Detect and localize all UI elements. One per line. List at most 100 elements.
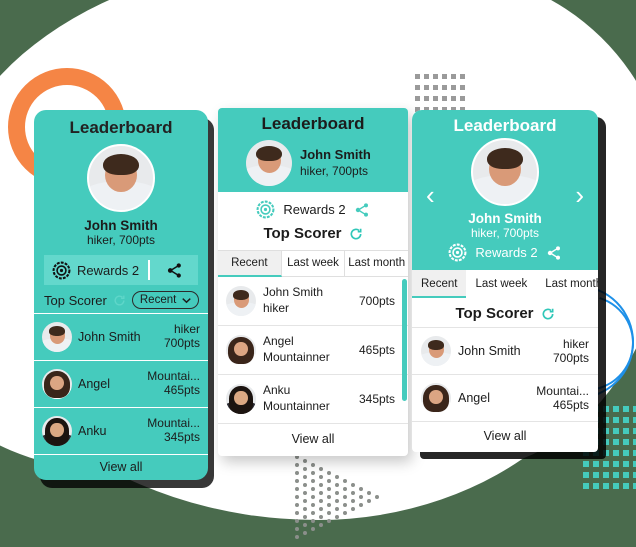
dot	[327, 487, 331, 491]
tab-last-month[interactable]: Last month	[536, 270, 598, 298]
dot	[359, 503, 363, 507]
dot	[613, 439, 619, 445]
refresh-icon[interactable]	[349, 227, 363, 241]
dot	[603, 483, 609, 489]
list-scrollbar[interactable]	[402, 279, 407, 401]
dot	[359, 495, 363, 499]
avatar-wrapper	[412, 138, 598, 206]
dot	[311, 527, 315, 531]
refresh-icon[interactable]	[541, 307, 555, 321]
card-header: Leaderboard ‹ › John Smith hiker, 700pts	[412, 110, 598, 270]
chevron-right-icon[interactable]: ›	[575, 182, 584, 208]
top-scorer-label: Top Scorer	[455, 305, 534, 322]
dot	[613, 472, 619, 478]
avatar	[471, 138, 539, 206]
dot	[311, 503, 315, 507]
list-item[interactable]: Angel Mountainner 465pts	[218, 326, 408, 375]
dot	[613, 417, 619, 423]
dot	[327, 503, 331, 507]
dot	[603, 417, 609, 423]
user-name: John Smith	[84, 218, 158, 233]
dot	[623, 417, 629, 423]
share-icon[interactable]	[354, 202, 370, 218]
dot	[583, 483, 589, 489]
list-item-meta: hiker 700pts	[164, 322, 200, 351]
dot	[311, 471, 315, 475]
chevron-left-icon[interactable]: ‹	[426, 182, 435, 208]
dot	[603, 428, 609, 434]
chevron-down-icon	[182, 297, 192, 304]
dot	[424, 74, 429, 79]
rewards-row: Rewards 2	[412, 243, 598, 262]
badge-gear-icon	[52, 261, 71, 280]
tab-recent[interactable]: Recent	[412, 270, 467, 298]
dot	[311, 511, 315, 515]
dot	[433, 74, 438, 79]
list-item[interactable]: Anku Mountainner 345pts	[218, 375, 408, 424]
dot	[442, 85, 447, 90]
dot	[319, 467, 323, 471]
tab-bar: Recent Last week Last month	[412, 270, 598, 298]
rewards-bar: Rewards 2	[44, 255, 198, 285]
tab-last-month[interactable]: Last month	[345, 251, 408, 277]
list-item[interactable]: Angel Mountai... 465pts	[412, 374, 598, 421]
view-all-link[interactable]: View all	[218, 424, 408, 456]
dot	[343, 511, 347, 515]
dot	[351, 491, 355, 495]
dot	[359, 487, 363, 491]
list-item-meta: hiker 700pts	[553, 337, 589, 366]
share-button[interactable]	[150, 262, 198, 279]
list-item-text: Angel Mountainner	[263, 334, 330, 365]
dot	[335, 483, 339, 487]
dot	[460, 74, 465, 79]
dot	[442, 96, 447, 101]
list-item[interactable]: Anku Mountai... 345pts	[34, 407, 208, 454]
rewards-label: Rewards 2	[283, 202, 346, 217]
tab-last-week[interactable]: Last week	[281, 251, 346, 277]
view-all-link[interactable]: View all	[412, 421, 598, 452]
dot	[295, 535, 299, 539]
list-item[interactable]: John Smith hiker 700pts	[412, 327, 598, 374]
dot	[623, 439, 629, 445]
dot	[303, 483, 307, 487]
filter-select[interactable]: Recent	[131, 291, 200, 309]
tab-recent[interactable]: Recent	[218, 251, 282, 277]
dot	[303, 507, 307, 511]
badge-gear-icon[interactable]	[256, 200, 275, 219]
refresh-icon[interactable]	[113, 294, 126, 307]
list-item-meta: Mountai... 345pts	[147, 416, 200, 445]
user-summary: John Smith hiker, 700pts	[218, 138, 408, 192]
user-subtitle: hiker, 700pts	[470, 226, 540, 240]
view-all-link[interactable]: View all	[34, 454, 208, 480]
dot	[311, 495, 315, 499]
dot	[451, 85, 456, 90]
dot	[343, 479, 347, 483]
list-item-text: Anku Mountainner	[263, 383, 330, 414]
dot	[343, 503, 347, 507]
list-item[interactable]: Angel Mountai... 465pts	[34, 360, 208, 407]
dot	[613, 483, 619, 489]
avatar	[226, 335, 256, 365]
badge-gear-icon[interactable]	[448, 243, 467, 262]
dot	[319, 475, 323, 479]
avatar-wrapper	[34, 144, 208, 212]
share-icon[interactable]	[546, 245, 562, 261]
dot	[603, 450, 609, 456]
user-subtitle: hiker, 700pts	[300, 163, 369, 178]
rewards-button[interactable]: Rewards 2	[44, 261, 148, 280]
avatar	[42, 322, 72, 352]
dot	[295, 479, 299, 483]
list-item-points: 700pts	[552, 351, 589, 365]
dot	[335, 507, 339, 511]
list-item-points: 700pts	[358, 294, 395, 308]
tab-last-week[interactable]: Last week	[466, 270, 536, 298]
dot	[327, 495, 331, 499]
list-item[interactable]: John Smith hiker 700pts	[218, 277, 408, 326]
dot	[311, 479, 315, 483]
dot	[451, 74, 456, 79]
list-item[interactable]: John Smith hiker 700pts	[34, 313, 208, 360]
avatar	[421, 383, 451, 413]
dot	[433, 85, 438, 90]
dot	[303, 467, 307, 471]
dot	[303, 491, 307, 495]
